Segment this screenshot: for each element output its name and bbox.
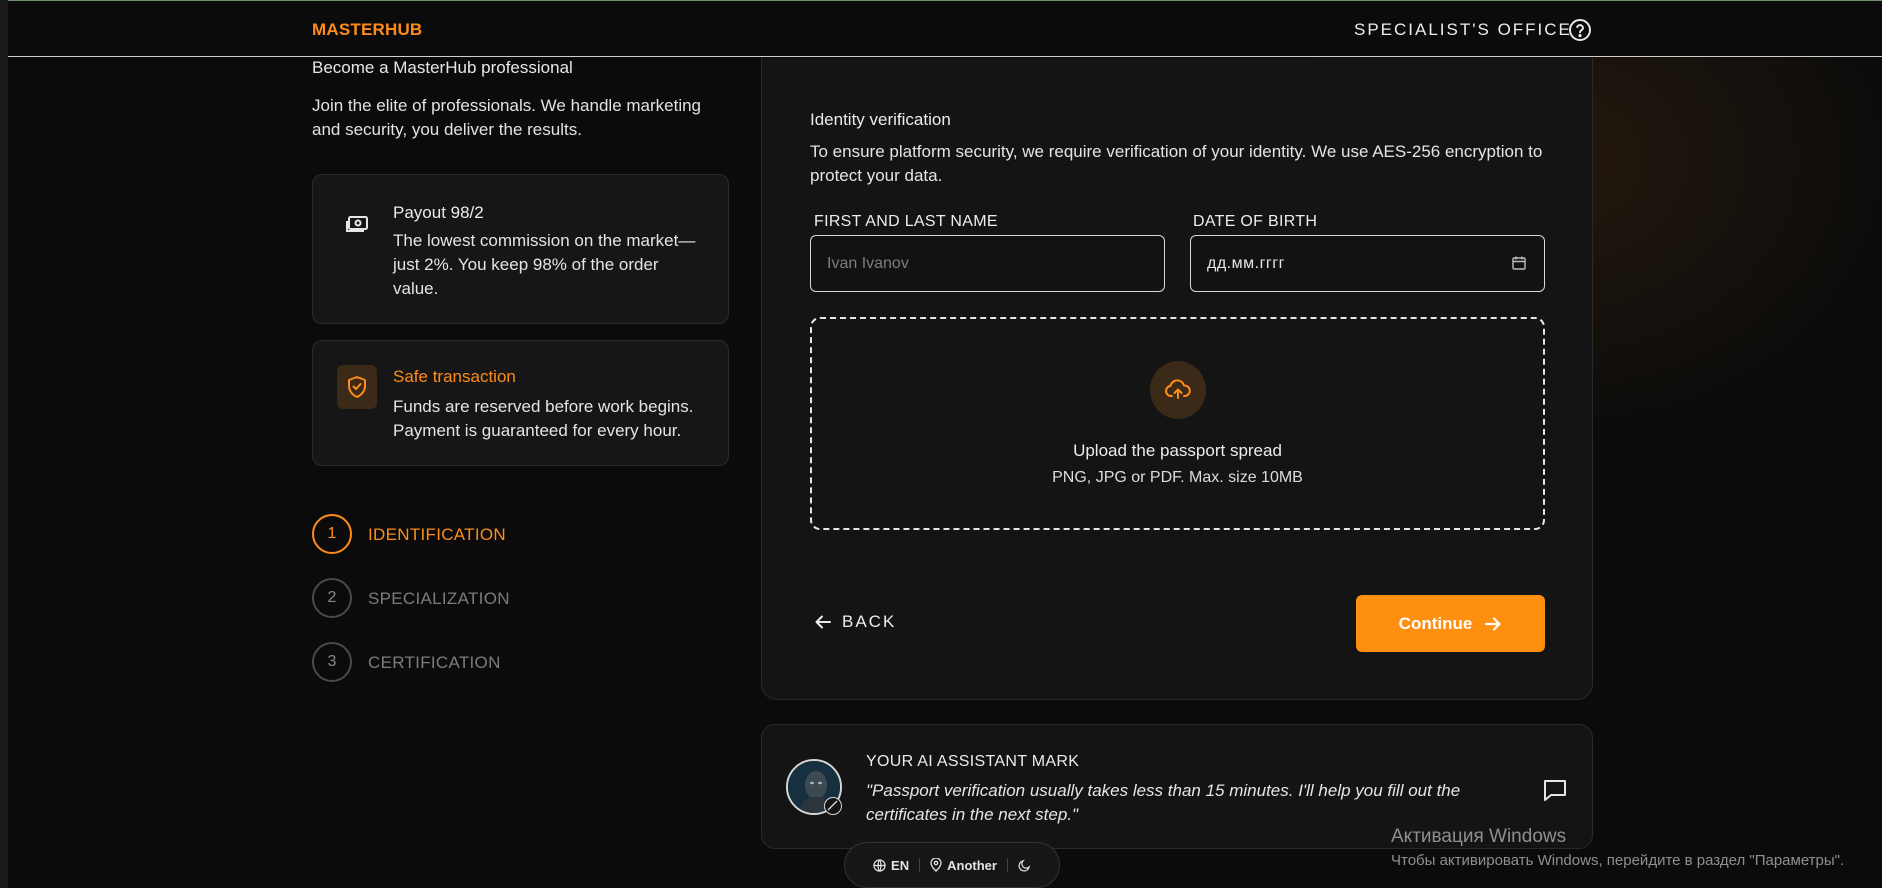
- location-pin-icon: [930, 858, 942, 872]
- shield-check-icon: [337, 365, 377, 409]
- feature-card-safe-transaction: Safe transaction Funds are reserved befo…: [312, 340, 729, 466]
- globe-icon: [873, 858, 886, 872]
- continue-label: Continue: [1398, 613, 1473, 633]
- theme-toggle[interactable]: [1018, 859, 1031, 872]
- cash-icon: [337, 205, 377, 245]
- name-label: FIRST AND LAST NAME: [814, 213, 998, 230]
- top-header: MASTERHUB SPECIALIST'S OFFICE: [8, 1, 1882, 57]
- promo-title: Become a MasterHub professional: [312, 58, 573, 77]
- step-number: 1: [312, 514, 352, 554]
- arrow-left-icon: [815, 615, 831, 629]
- date-placeholder: дд.мм.гггг: [1207, 255, 1285, 272]
- date-of-birth-input[interactable]: дд.мм.гггг: [1190, 235, 1545, 292]
- windows-activation-subtitle: Чтобы активировать Windows, перейдите в …: [1391, 852, 1845, 869]
- step-label: SPECIALIZATION: [368, 589, 510, 608]
- upload-icon-wrap: [1150, 361, 1206, 419]
- settings-toolbar: EN Another: [844, 842, 1060, 888]
- arrow-right-icon: [1485, 616, 1501, 631]
- assistant-name: YOUR AI ASSISTANT MARK: [866, 753, 1080, 770]
- toolbar-divider: [1006, 858, 1008, 872]
- step-label: IDENTIFICATION: [368, 525, 506, 544]
- identity-verification-card: Identity verification To ensure platform…: [761, 58, 1593, 700]
- continue-button[interactable]: Continue: [1356, 595, 1545, 652]
- specialist-office-link[interactable]: SPECIALIST'S OFFICE: [1354, 20, 1572, 40]
- feature-title: Payout 98/2: [393, 203, 484, 222]
- calendar-icon[interactable]: [1511, 255, 1527, 271]
- language-switch[interactable]: EN: [873, 858, 909, 873]
- language-label: EN: [891, 857, 910, 873]
- avatar-status-badge: [824, 797, 842, 815]
- dob-label: DATE OF BIRTH: [1193, 213, 1318, 230]
- location-label: Another: [947, 857, 997, 873]
- back-button[interactable]: BACK: [814, 609, 896, 635]
- feature-card-payout: Payout 98/2 The lowest commission on the…: [312, 174, 729, 324]
- windows-activation-title: Активация Windows: [1391, 826, 1567, 847]
- step-number: 2: [312, 578, 352, 618]
- question-circle-icon[interactable]: [1568, 18, 1592, 42]
- step-certification[interactable]: 3 CERTIFICATION: [312, 642, 632, 682]
- back-label: BACK: [842, 612, 897, 631]
- moon-icon: [1018, 859, 1031, 872]
- passport-upload-dropzone[interactable]: Upload the passport spread PNG, JPG or P…: [810, 317, 1545, 530]
- upload-title: Upload the passport spread: [1073, 441, 1282, 460]
- step-number: 3: [312, 642, 352, 682]
- full-name-input[interactable]: [810, 235, 1165, 292]
- window-left-edge: [0, 0, 8, 888]
- step-identification[interactable]: 1 IDENTIFICATION: [312, 514, 632, 554]
- form-title: Identity verification: [810, 110, 951, 129]
- feature-text: Funds are reserved before work begins. P…: [393, 397, 694, 440]
- feature-text: The lowest commission on the market—just…: [393, 231, 696, 298]
- step-specialization[interactable]: 2 SPECIALIZATION: [312, 578, 632, 618]
- feature-title: Safe transaction: [393, 367, 516, 386]
- step-label: CERTIFICATION: [368, 653, 501, 672]
- cloud-upload-icon: [1165, 379, 1191, 399]
- masterhub-logo[interactable]: MASTERHUB: [312, 20, 422, 40]
- upload-hint: PNG, JPG or PDF. Max. size 10MB: [1052, 469, 1303, 486]
- assistant-message: "Passport verification usually takes les…: [866, 781, 1461, 824]
- chat-icon[interactable]: [1542, 777, 1568, 803]
- form-description: To ensure platform security, we require …: [810, 142, 1543, 185]
- toolbar-divider: [919, 858, 921, 872]
- location-switch[interactable]: Another: [930, 858, 997, 873]
- promo-text: Join the elite of professionals. We hand…: [312, 96, 702, 139]
